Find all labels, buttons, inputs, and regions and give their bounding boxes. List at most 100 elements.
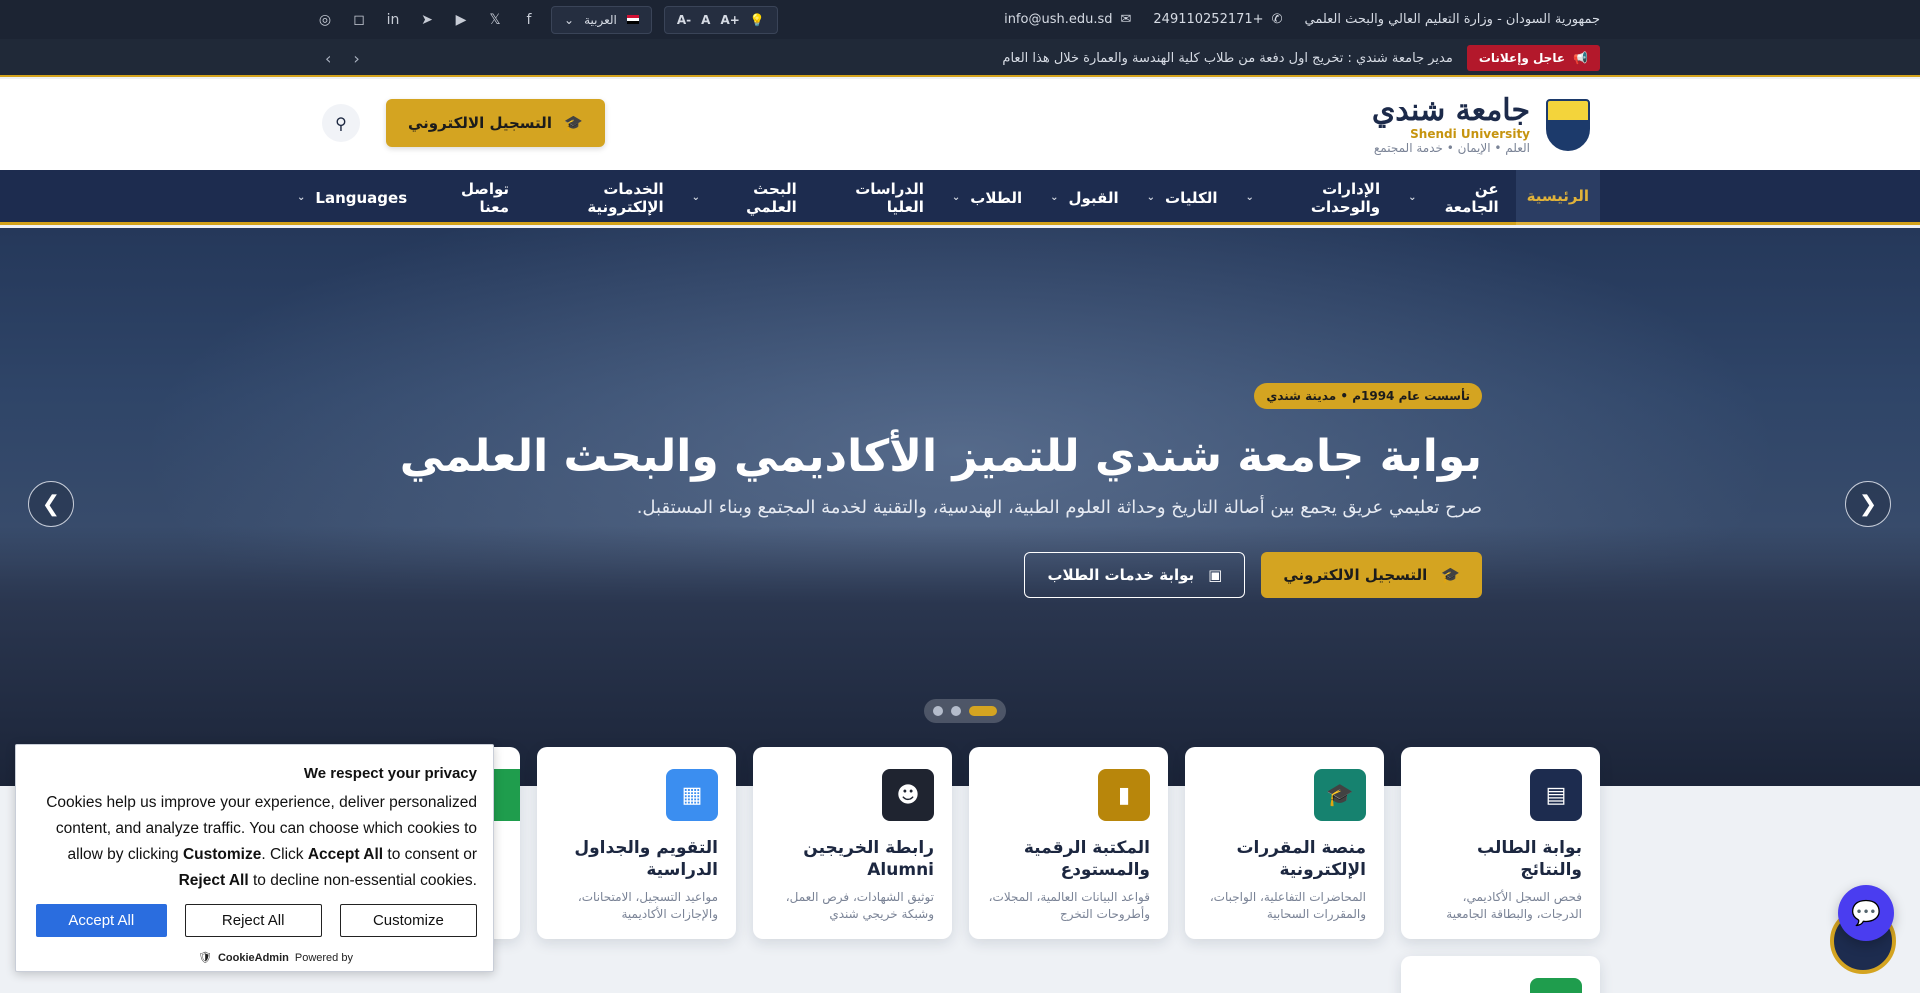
service-card[interactable]: ▮ المكتبة الرقمية والمستودع قواعد البيانات…	[969, 747, 1168, 939]
phone-link[interactable]: ✆ +249110252171	[1153, 12, 1282, 27]
youtube-icon[interactable]: ▶	[451, 10, 471, 30]
nav-item-label: القبول	[1068, 188, 1119, 207]
nav-item[interactable]: البحث العلمي ⌄	[681, 170, 808, 225]
service-card[interactable]: ☻ رابطة الخريجين Alumni توثيق الشهادات، فر…	[753, 747, 952, 939]
chevron-down-icon: ⌄	[691, 192, 700, 203]
font-increase-button[interactable]: +A	[720, 13, 739, 27]
nav-item[interactable]: الدراسات العليا	[814, 170, 935, 225]
ticker-next-icon[interactable]: ›	[353, 49, 359, 68]
ticker-prev-icon[interactable]: ‹	[325, 49, 331, 68]
phone-icon: ✆	[1271, 12, 1283, 27]
service-icon	[1530, 978, 1582, 993]
nav-item[interactable]: الرئيسية	[1515, 170, 1600, 225]
cookie-banner: We respect your privacy Cookies help us …	[15, 744, 494, 972]
cookie-text-part: to decline non-essential cookies.	[248, 872, 477, 889]
whatsapp-icon[interactable]: ◎	[315, 10, 335, 30]
cookie-text-part: . Click	[261, 846, 308, 863]
hero-next-button[interactable]: ❯	[1845, 481, 1891, 527]
ticker-text[interactable]: مدير جامعة شندي : تخريج اول دفعة من طلاب…	[374, 51, 1452, 66]
customize-button[interactable]: Customize	[339, 904, 477, 937]
accept-all-button[interactable]: Accept All	[36, 904, 167, 937]
nav-item[interactable]: الكليات ⌄	[1136, 170, 1229, 225]
nav-item-label: البحث العلمي	[746, 179, 797, 216]
university-name-en: Shendi University	[1410, 127, 1530, 141]
nav-item-label: الطلاب	[970, 188, 1023, 207]
service-card-next-row[interactable]	[1401, 956, 1600, 993]
font-decrease-button[interactable]: -A	[677, 13, 691, 27]
news-ticker: 📢 عاجل وإعلانات مدير جامعة شندي : تخريج …	[0, 39, 1920, 77]
hero-prev-button[interactable]: ❮	[28, 481, 74, 527]
hero-buttons: 🎓 التسجيل الالكتروني ▣ بوابة خدمات الطلا…	[382, 552, 1482, 598]
service-card-desc: قواعد البيانات العالمية، المجلات، وأطروح…	[988, 890, 1150, 921]
contrast-icon[interactable]: 💡	[750, 13, 765, 27]
site-logo[interactable]: جامعة شندي Shendi University العلم • الإ…	[1372, 95, 1590, 155]
chat-button[interactable]: 💬	[1838, 885, 1894, 941]
student-services-button[interactable]: ▣ بوابة خدمات الطلاب	[1024, 552, 1246, 598]
sudan-flag-icon	[626, 15, 639, 24]
font-size-controls: 💡 +A A -A	[663, 5, 778, 34]
register-button[interactable]: 🎓 التسجيل الالكتروني	[386, 99, 605, 147]
nav-item-label: الكليات	[1165, 188, 1218, 207]
graduation-cap-icon: 🎓	[1441, 566, 1460, 584]
chevron-down-icon: ⌄	[297, 192, 306, 203]
service-card[interactable]: ▤ بوابة الطالب والنتائج فحص السجل الأكاديم…	[1401, 747, 1600, 939]
service-card[interactable]: 🎓 منصة المقررات الإلكترونية المحاضرات التف…	[1185, 747, 1384, 939]
service-card-title: بوابة الطالب والنتائج	[1476, 838, 1582, 880]
urgent-badge: 📢 عاجل وإعلانات	[1466, 45, 1600, 71]
service-card[interactable]: ▦ التقويم والجداول الدراسية مواعيد التسجيل…	[537, 747, 736, 939]
university-name-ar: جامعة شندي	[1371, 93, 1530, 128]
service-icon-wrap: ▦	[555, 769, 718, 821]
search-icon: ⚲	[335, 113, 347, 133]
powered-by-label: Powered by	[294, 951, 353, 964]
hero-register-button[interactable]: 🎓 التسجيل الالكتروني	[1261, 552, 1482, 598]
hero-register-label: التسجيل الالكتروني	[1283, 566, 1428, 584]
nav-item[interactable]: القبول ⌄	[1039, 170, 1130, 225]
cookie-text: Cookies help us improve your experience,…	[32, 790, 477, 894]
ticker-controls: ‹ ›	[325, 49, 360, 68]
chevron-left-icon: ❮	[41, 491, 61, 517]
slider-dot[interactable]	[933, 706, 943, 716]
chevron-down-icon: ⌄	[564, 12, 575, 27]
nav-item[interactable]: الطلاب ⌄	[941, 170, 1033, 225]
id-card-icon: ▣	[1208, 566, 1223, 584]
urgent-label: عاجل وإعلانات	[1478, 51, 1566, 65]
nav-item[interactable]: Languages ⌄	[286, 170, 418, 225]
phone-number[interactable]: +249110252171	[1153, 12, 1263, 27]
email-link[interactable]: ✉ info@ush.edu.sd	[1004, 12, 1131, 27]
nav-item[interactable]: الإدارات والوحدات ⌄	[1234, 170, 1391, 225]
reject-all-button[interactable]: Reject All	[184, 904, 322, 937]
nav-item-label: عن الجامعة	[1444, 179, 1499, 216]
megaphone-icon: 📢	[1573, 51, 1588, 65]
nav-item-label: الدراسات العليا	[855, 179, 924, 216]
social-links: ◎ ◻ in ➤ ▶ 𝕏 f	[315, 10, 539, 30]
facebook-icon[interactable]: f	[519, 10, 539, 30]
mail-icon: ✉	[1120, 12, 1132, 27]
font-reset-button[interactable]: A	[701, 13, 710, 27]
id-card-icon: ▤	[1530, 769, 1582, 821]
slider-dot[interactable]	[951, 706, 961, 716]
chevron-right-icon: ❯	[1858, 491, 1878, 517]
nav-item-label: الإدارات والوحدات	[1310, 179, 1381, 216]
linkedin-icon[interactable]: in	[383, 10, 403, 30]
nav-item[interactable]: عن الجامعة ⌄	[1397, 170, 1510, 225]
cookie-text-customize: Customize	[182, 846, 262, 863]
service-card-desc: مواعيد التسجيل، الامتحانات، والإجازات ال…	[577, 890, 718, 921]
top-bar-tools: 💡 +A A -A العربية ⌄ ◎ ◻ in ➤ ▶ 𝕏 f	[315, 5, 778, 34]
main-nav: الرئيسية عن الجامعة ⌄ الإدارات والوحدات ⌄ الك…	[0, 170, 1920, 225]
x-icon[interactable]: 𝕏	[485, 10, 505, 30]
nav-item[interactable]: الخدمات الإلكترونية	[526, 170, 675, 225]
telegram-icon[interactable]: ➤	[417, 10, 437, 30]
instagram-icon[interactable]: ◻	[349, 10, 369, 30]
service-card-title: رابطة الخريجين Alumni	[803, 838, 934, 880]
slider-dots	[924, 699, 1006, 723]
email-address[interactable]: info@ush.edu.sd	[1004, 12, 1112, 27]
chevron-down-icon: ⌄	[1245, 192, 1254, 203]
university-slogan: العلم • الإيمان • خدمة المجتمع	[1373, 141, 1530, 155]
cookie-brand[interactable]: CookieAdmin	[218, 952, 289, 964]
cookie-buttons: Accept All Reject All Customize	[32, 904, 477, 937]
search-button[interactable]: ⚲	[322, 104, 360, 142]
slider-dot[interactable]	[969, 706, 997, 716]
language-select[interactable]: العربية ⌄	[551, 5, 652, 34]
nav-item[interactable]: تواصل معنا	[424, 170, 520, 225]
chevron-down-icon: ⌄	[951, 192, 961, 203]
